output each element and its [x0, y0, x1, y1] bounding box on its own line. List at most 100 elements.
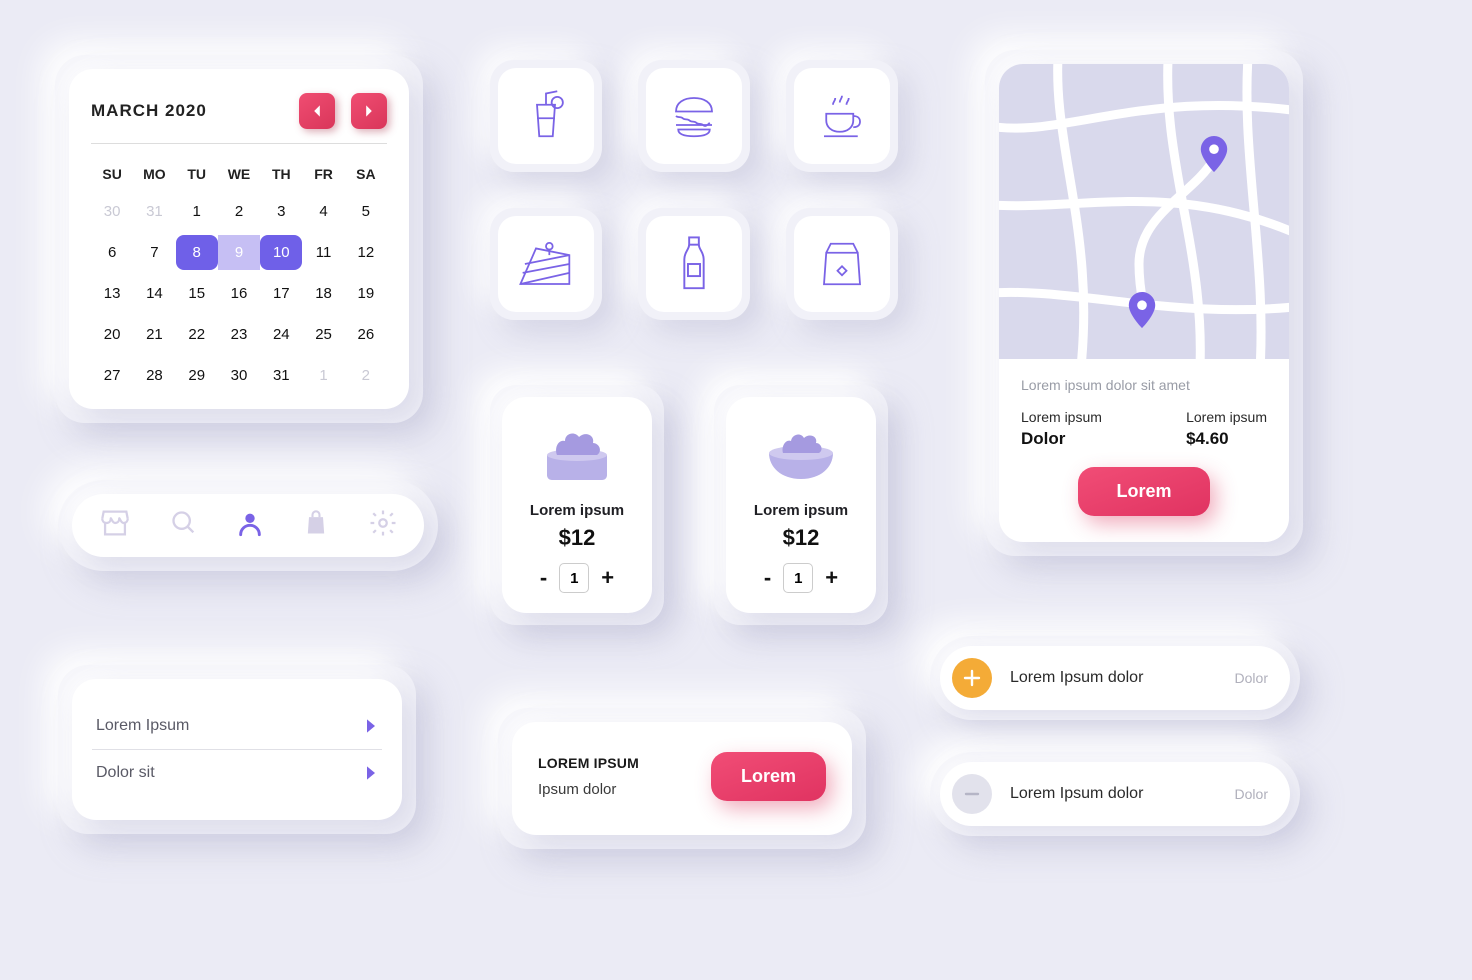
calendar-day[interactable]: 15 [176, 276, 218, 311]
calendar-day[interactable]: 1 [176, 194, 218, 229]
add-button[interactable] [952, 658, 992, 698]
chevron-left-icon [310, 104, 324, 118]
calendar-day[interactable]: 25 [302, 317, 344, 352]
map-caption: Lorem ipsum dolor sit amet [1021, 377, 1267, 393]
map-area[interactable] [999, 64, 1289, 359]
calendar-day[interactable]: 14 [133, 276, 175, 311]
calendar-dow: SU [91, 160, 133, 188]
bag-icon[interactable] [302, 509, 330, 542]
map-card: Lorem ipsum dolor sit amet Lorem ipsum D… [999, 64, 1289, 542]
calendar-day[interactable]: 13 [91, 276, 133, 311]
calendar-day[interactable]: 2 [345, 358, 387, 393]
banner-text: LOREM IPSUM Ipsum dolor [538, 755, 639, 798]
product-card: Lorem ipsum $12 - 1 + [726, 397, 876, 613]
burger-icon[interactable] [646, 68, 742, 164]
salad-bowl-icon [751, 415, 851, 490]
calendar-day[interactable]: 31 [260, 358, 302, 393]
qty-decrease-button[interactable]: - [540, 565, 547, 591]
calendar-day[interactable]: 27 [91, 358, 133, 393]
calendar-day[interactable]: 19 [345, 276, 387, 311]
qty-increase-button[interactable]: + [825, 565, 838, 591]
category-tile-outer [786, 208, 898, 320]
next-month-button[interactable] [351, 93, 387, 129]
calendar-dow: FR [302, 160, 344, 188]
banner-container: LOREM IPSUM Ipsum dolor Lorem [498, 708, 866, 849]
action-row-2-note: Dolor [1235, 786, 1268, 802]
calendar-day[interactable]: 17 [260, 276, 302, 311]
calendar-day[interactable]: 4 [302, 194, 344, 229]
chevron-right-icon [364, 765, 378, 781]
chevron-right-icon [364, 718, 378, 734]
calendar-day[interactable]: 31 [133, 194, 175, 229]
calendar-day[interactable]: 16 [218, 276, 260, 311]
banner-title: LOREM IPSUM [538, 755, 639, 771]
calendar-day[interactable]: 18 [302, 276, 344, 311]
calendar-day[interactable]: 21 [133, 317, 175, 352]
action-row-1-title: Lorem Ipsum dolor [1010, 669, 1217, 687]
cake-icon[interactable] [498, 216, 594, 312]
calendar-day[interactable]: 23 [218, 317, 260, 352]
map-pin-origin-icon [1199, 136, 1229, 172]
product-card: Lorem ipsum $12 - 1 + [502, 397, 652, 613]
calendar-day[interactable]: 11 [302, 235, 344, 270]
bag-food-icon[interactable] [794, 216, 890, 312]
store-icon[interactable] [98, 506, 132, 545]
calendar-day[interactable]: 1 [302, 358, 344, 393]
map-pin-destination-icon [1127, 292, 1157, 328]
map-info: Lorem ipsum dolor sit amet Lorem ipsum D… [999, 359, 1289, 542]
map-cta-button[interactable]: Lorem [1078, 467, 1209, 516]
product-price: $12 [559, 525, 596, 551]
gear-icon[interactable] [368, 508, 398, 543]
calendar-day[interactable]: 29 [176, 358, 218, 393]
list-item[interactable]: Lorem Ipsum [92, 703, 382, 749]
banner: LOREM IPSUM Ipsum dolor Lorem [512, 722, 852, 835]
product-card-outer: Lorem ipsum $12 - 1 + [490, 385, 664, 625]
banner-cta-button[interactable]: Lorem [711, 752, 826, 801]
bottle-icon[interactable] [646, 216, 742, 312]
calendar-nav [299, 93, 387, 129]
product-card-outer: Lorem ipsum $12 - 1 + [714, 385, 888, 625]
qty-increase-button[interactable]: + [601, 565, 614, 591]
map-stats: Lorem ipsum Dolor Lorem ipsum $4.60 [1021, 409, 1267, 449]
map-stat-1: Lorem ipsum Dolor [1021, 409, 1102, 449]
calendar-day[interactable]: 30 [91, 194, 133, 229]
salad-box-icon [527, 415, 627, 490]
qty-value: 1 [559, 563, 589, 593]
calendar-day[interactable]: 8 [176, 235, 218, 270]
action-row-remove: Lorem Ipsum dolor Dolor [940, 762, 1290, 826]
calendar-day[interactable]: 12 [345, 235, 387, 270]
calendar-day[interactable]: 30 [218, 358, 260, 393]
calendar-day[interactable]: 2 [218, 194, 260, 229]
product-name: Lorem ipsum [530, 502, 624, 519]
calendar-day[interactable]: 3 [260, 194, 302, 229]
coffee-icon[interactable] [794, 68, 890, 164]
calendar-day[interactable]: 26 [345, 317, 387, 352]
qty-decrease-button[interactable]: - [764, 565, 771, 591]
calendar-day[interactable]: 28 [133, 358, 175, 393]
action-row-2-container: Lorem Ipsum dolor Dolor [930, 752, 1300, 836]
drink-icon[interactable] [498, 68, 594, 164]
calendar-day[interactable]: 9 [218, 235, 260, 270]
list-item-label: Dolor sit [96, 764, 155, 782]
search-icon[interactable] [170, 509, 198, 542]
list-item-label: Lorem Ipsum [96, 717, 189, 735]
calendar-day[interactable]: 20 [91, 317, 133, 352]
prev-month-button[interactable] [299, 93, 335, 129]
calendar-day[interactable]: 6 [91, 235, 133, 270]
calendar-day[interactable]: 22 [176, 317, 218, 352]
calendar-day[interactable]: 7 [133, 235, 175, 270]
quantity-stepper: - 1 + [540, 563, 614, 593]
calendar-day[interactable]: 5 [345, 194, 387, 229]
category-tile-outer [638, 208, 750, 320]
list-item[interactable]: Dolor sit [92, 749, 382, 796]
calendar-day[interactable]: 24 [260, 317, 302, 352]
calendar-dow: WE [218, 160, 260, 188]
calendar-day[interactable]: 10 [260, 235, 302, 270]
action-row-1-note: Dolor [1235, 670, 1268, 686]
quantity-stepper: - 1 + [764, 563, 838, 593]
user-icon[interactable] [236, 509, 264, 542]
remove-button[interactable] [952, 774, 992, 814]
category-tile-outer [638, 60, 750, 172]
menu-list-container: Lorem Ipsum Dolor sit [58, 665, 416, 834]
calendar-dow: MO [133, 160, 175, 188]
